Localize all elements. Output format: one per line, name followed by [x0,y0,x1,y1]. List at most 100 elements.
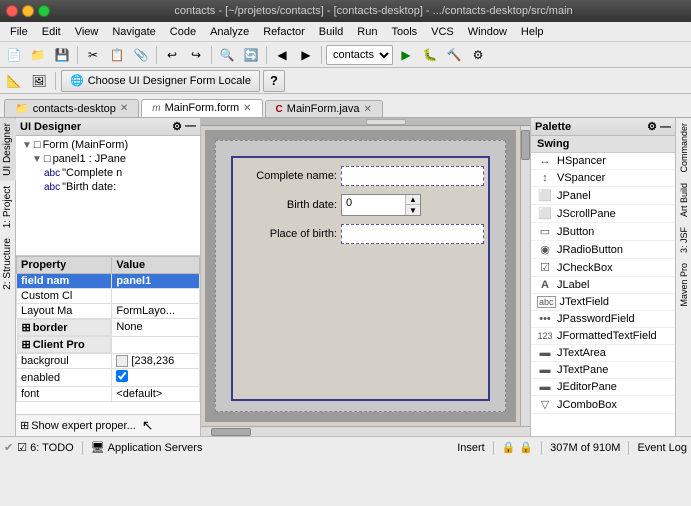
menu-code[interactable]: Code [164,25,202,39]
save-button[interactable]: 💾 [51,44,73,66]
spinner-controls[interactable]: ▲ ▼ [405,195,420,215]
gear-palette-icon[interactable]: ⚙ [647,121,657,133]
tab-contacts-desktop[interactable]: 📁 contacts-desktop ✕ [4,99,139,117]
tab-mainform-java[interactable]: C MainForm.java ✕ [265,100,383,117]
replace-button[interactable]: 🔄 [240,44,262,66]
palette-item-jlabel[interactable]: A JLabel [531,277,675,294]
locale-button[interactable]: 🌐 Choose UI Designer Form Locale [61,70,260,92]
menu-help[interactable]: Help [515,25,550,39]
forward-button[interactable]: ▶ [295,44,317,66]
palette-item-jtextarea[interactable]: ▬ JTextArea [531,345,675,362]
palette-item-jcombobox[interactable]: ▽ JComboBox [531,396,675,414]
prop-row-background[interactable]: backgroul [238,236 [17,354,200,369]
menu-vcs[interactable]: VCS [425,25,460,39]
search-button[interactable]: 🔍 [216,44,238,66]
prop-fieldname-value[interactable]: panel1 [112,274,200,289]
prop-font-value[interactable]: <default> [112,387,200,402]
todo-item[interactable]: ☑ 6: TODO [17,441,73,454]
new-file-button[interactable]: 📄 [3,44,25,66]
spinner-birthdate[interactable]: 0 ▲ ▼ [341,194,421,216]
form-vscroll[interactable] [520,126,530,426]
run-button[interactable]: ▶ [395,44,417,66]
menu-edit[interactable]: Edit [36,25,67,39]
tree-item-panel1[interactable]: ▼ □ panel1 : JPane [18,152,198,166]
palette-item-jscrollpane[interactable]: ⬜ JScrollPane [531,205,675,223]
expand-arrow-form[interactable]: ▼ [22,140,32,151]
back-button[interactable]: ◀ [271,44,293,66]
palette-item-jtextfield[interactable]: abc JTextField [531,294,675,311]
tab-close-contacts[interactable]: ✕ [120,103,128,114]
form-hscroll[interactable] [201,426,530,436]
gear-icon[interactable]: ⚙ [172,120,182,133]
vtab-ui-designer[interactable]: UI Designer [0,118,16,181]
redo-button[interactable]: ↪ [185,44,207,66]
copy-button[interactable]: 📋 [106,44,128,66]
vtab-art-build[interactable]: Art Build [677,178,691,222]
hide-palette-icon[interactable]: — [660,121,671,133]
vtab-project[interactable]: 1: Project [0,181,16,233]
minimize-button[interactable] [22,5,34,17]
vtab-maven-pro[interactable]: Maven Pro [677,258,691,312]
palette-item-jpasswordfield[interactable]: ••• JPasswordField [531,311,675,328]
palette-section-swing[interactable]: Swing [531,136,675,153]
window-controls[interactable] [6,5,50,17]
hscroll-thumb[interactable] [366,119,406,125]
hide-icon[interactable]: — [185,120,196,133]
menu-file[interactable]: File [4,25,34,39]
menu-view[interactable]: View [69,25,105,39]
palette-item-jformattedtextfield[interactable]: 123 JFormattedTextField [531,328,675,345]
prop-row-customcl[interactable]: Custom Cl [17,289,200,304]
menu-run[interactable]: Run [351,25,383,39]
palette-item-hspacer[interactable]: ↔ HSpancer [531,153,675,170]
palette-item-jbutton[interactable]: ▭ JButton [531,223,675,241]
palette-item-jcheckbox[interactable]: ☑ JCheckBox [531,259,675,277]
menu-tools[interactable]: Tools [385,25,423,39]
tab-close-mainform-java[interactable]: ✕ [364,104,372,115]
tab-mainform-form[interactable]: m MainForm.form ✕ [141,99,262,117]
undo-button[interactable]: ↩ [161,44,183,66]
palette-item-jeditorpane[interactable]: ▬ JEditorPane [531,379,675,396]
tree-item-completename[interactable]: abc "Complete n [18,166,198,180]
enabled-checkbox[interactable] [116,370,128,382]
menu-build[interactable]: Build [313,25,349,39]
paste-button[interactable]: 📎 [130,44,152,66]
tree-item-form[interactable]: ▼ □ Form (MainForm) [18,138,198,152]
vtab-jsf[interactable]: 3: JSF [677,222,691,258]
menu-analyze[interactable]: Analyze [204,25,255,39]
prop-row-enabled[interactable]: enabled [17,369,200,387]
tree-item-birthdate[interactable]: abc "Birth date: [18,180,198,194]
prop-background-value[interactable]: [238,236 [112,354,200,369]
open-button[interactable]: 📁 [27,44,49,66]
menu-window[interactable]: Window [462,25,513,39]
show-expert-row[interactable]: ⊞ Show expert proper... ↖ [16,414,200,436]
prop-layoutma-value[interactable]: FormLayo... [112,304,200,319]
vtab-structure[interactable]: 2: Structure [0,233,16,295]
top-scrollbar[interactable] [201,118,530,126]
form-tree[interactable]: ▼ □ Form (MainForm) ▼ □ panel1 : JPane a… [16,136,200,256]
build-button[interactable]: 🔨 [443,44,465,66]
menu-navigate[interactable]: Navigate [106,25,161,39]
prop-row-font[interactable]: font <default> [17,387,200,402]
input-completename[interactable] [341,166,484,186]
prop-enabled-value[interactable] [112,369,200,387]
run-config-combo[interactable]: contacts [326,45,393,65]
vscroll-thumb[interactable] [521,130,530,160]
close-button[interactable] [6,5,18,17]
input-placeofbirth[interactable] [341,224,484,244]
toolbar2-btn1[interactable]: 📐 [3,70,25,92]
prop-row-fieldname[interactable]: field nam panel1 [17,274,200,289]
hscroll-thumb2[interactable] [211,428,251,436]
maximize-button[interactable] [38,5,50,17]
prop-customcl-value[interactable] [112,289,200,304]
palette-item-jpanel[interactable]: ⬜ JPanel [531,187,675,205]
debug-button[interactable]: 🐛 [419,44,441,66]
spinner-up[interactable]: ▲ [406,195,420,205]
vtab-commander[interactable]: Commander [677,118,691,178]
settings-button[interactable]: ⚙ [467,44,489,66]
palette-item-vspacer[interactable]: ↕ VSpancer [531,170,675,187]
toolbar2-btn2[interactable]: 🖼 [28,70,50,92]
cut-button[interactable]: ✂ [82,44,104,66]
palette-item-jtextpane[interactable]: ▬ JTextPane [531,362,675,379]
help-button[interactable]: ? [263,70,285,92]
prop-row-layoutma[interactable]: Layout Ma FormLayo... [17,304,200,319]
